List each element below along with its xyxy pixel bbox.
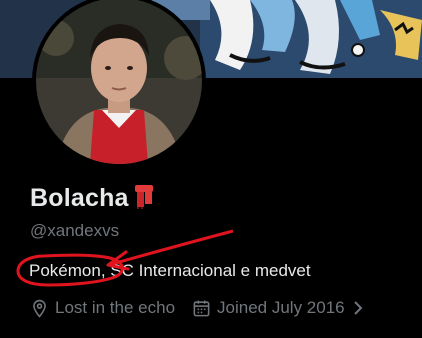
display-name: Bolacha — [30, 184, 129, 212]
display-name-row: Bolacha — [30, 183, 155, 214]
profile-bio: Pokémon, SC Internacional e medvet — [29, 261, 311, 280]
joined-item[interactable]: Joined July 2016 — [192, 298, 365, 318]
location-text: Lost in the echo — [55, 298, 176, 317]
location-pin-icon — [33, 299, 46, 318]
calendar-icon — [193, 300, 210, 316]
annotation-arrow-shaft — [111, 229, 234, 266]
joined-text: Joined July 2016 — [217, 298, 345, 317]
location-item: Lost in the echo — [30, 298, 175, 318]
scarf-icon — [133, 183, 155, 214]
profile-avatar[interactable] — [32, 0, 206, 168]
chevron-right-icon[interactable] — [351, 300, 365, 316]
profile-meta: Lost in the echo Joined July 2016 — [30, 298, 365, 318]
profile-handle: @xandexvs — [30, 221, 120, 240]
avatar-photo — [36, 0, 202, 164]
